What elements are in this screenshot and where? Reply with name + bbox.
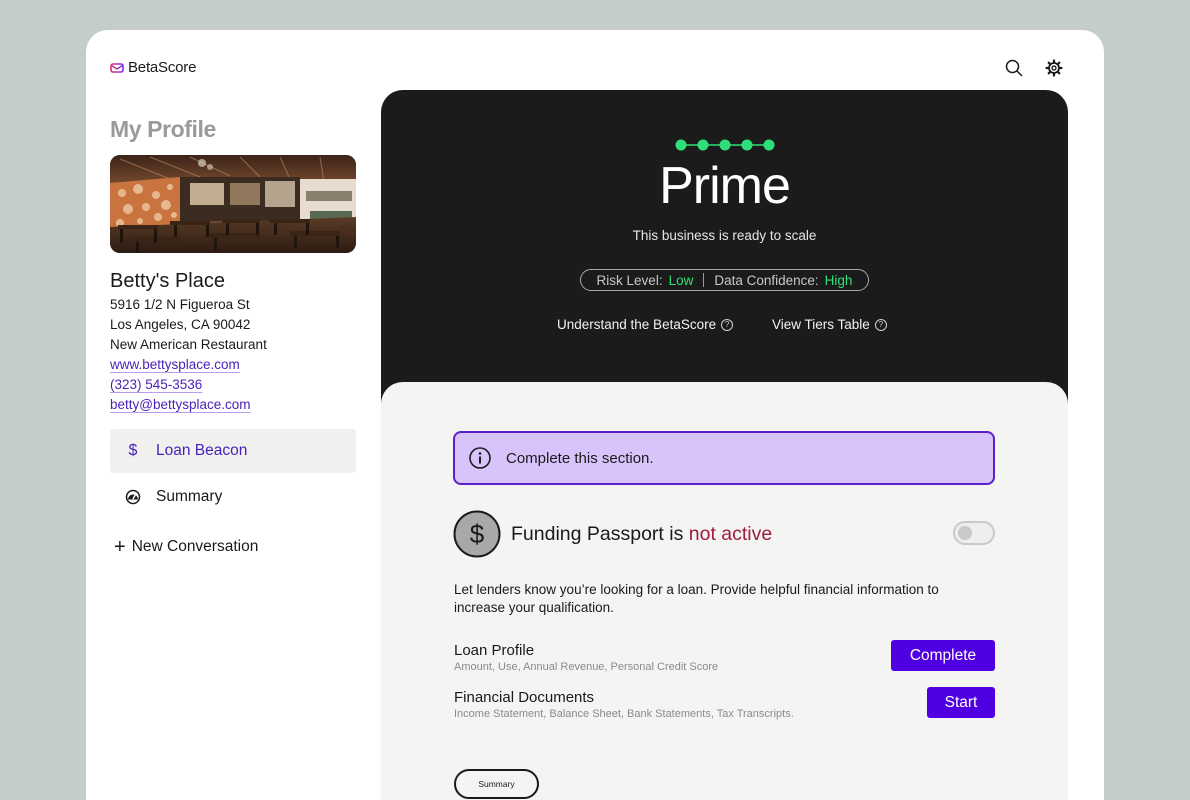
plus-icon: + <box>114 536 126 558</box>
score-hero: Prime This business is ready to scale Ri… <box>381 90 1068 410</box>
sidebar-item-label: Loan Beacon <box>156 442 248 459</box>
funding-passport-status: not active <box>688 523 773 545</box>
brand-name: BetaScore <box>128 59 197 76</box>
dollar-coin-icon: $ <box>453 510 501 558</box>
score-tagline: This business is ready to scale <box>632 228 817 243</box>
address-line-2: Los Angeles, CA 90042 <box>110 317 251 332</box>
address-line-1: 5916 1/2 N Figueroa St <box>110 297 250 312</box>
settings-button[interactable] <box>1044 58 1064 78</box>
financial-documents-subtitle: Income Statement, Balance Sheet, Bank St… <box>454 708 794 720</box>
alert-banner: Complete this section. <box>453 431 995 485</box>
funding-passport-toggle[interactable] <box>953 521 995 545</box>
understand-betascore-link[interactable]: Understand the BetaScore ? <box>557 317 734 332</box>
tier-dot <box>741 139 753 151</box>
tier-dot <box>675 139 687 151</box>
new-conversation-label: New Conversation <box>131 538 259 555</box>
confidence-label: Data Confidence: <box>714 272 819 288</box>
dollar-icon: $ <box>128 442 138 459</box>
email-link[interactable]: betty@bettysplace.com <box>110 397 251 412</box>
gear-icon <box>1045 59 1063 77</box>
app-window: BetaScore My Profile Betty's Place 5916 … <box>86 30 1104 800</box>
phone-link[interactable]: (323) 545-3536 <box>110 377 202 392</box>
device-frame: BetaScore My Profile Betty's Place 5916 … <box>0 0 1190 800</box>
search-button[interactable] <box>1004 58 1024 78</box>
funding-description: Let lenders know you’re looking for a lo… <box>454 582 939 615</box>
help-icon: ? <box>721 318 734 331</box>
info-icon <box>469 447 491 469</box>
view-tiers-table-link[interactable]: View Tiers Table ? <box>772 317 887 332</box>
help-icon: ? <box>874 318 887 331</box>
search-icon <box>1005 59 1023 77</box>
new-conversation-button[interactable]: + New Conversation <box>114 537 258 557</box>
funding-passport-title: Funding Passport is not active <box>511 523 772 546</box>
financial-documents-title: Financial Documents <box>454 689 595 706</box>
alert-text: Complete this section. <box>506 449 654 467</box>
sidebar-item-label: Summary <box>156 488 223 505</box>
risk-value: Low <box>668 272 694 288</box>
funding-passport-panel: Complete this section. $ Funding Passpor… <box>381 382 1068 800</box>
restaurant-image <box>110 155 356 253</box>
risk-confidence-pill: Risk Level: Low Data Confidence: High <box>580 269 869 291</box>
loan-profile-title: Loan Profile <box>454 642 535 659</box>
start-financial-documents-button[interactable]: Start <box>927 687 995 718</box>
tier-dot <box>719 139 731 151</box>
page-title: My Profile <box>110 116 216 142</box>
betascore-logo-icon <box>110 62 124 73</box>
complete-loan-profile-button[interactable]: Complete <box>891 640 995 671</box>
tier-dot <box>763 139 775 151</box>
summary-button[interactable]: Summary <box>454 769 539 799</box>
business-name: Betty's Place <box>110 270 225 292</box>
confidence-value: High <box>824 272 853 288</box>
sidebar-item-summary[interactable]: Summary <box>110 475 356 519</box>
tier-dot <box>697 139 709 151</box>
gauge-icon <box>110 489 156 505</box>
sidebar-item-loan-beacon[interactable]: $ Loan Beacon <box>110 429 356 473</box>
score-tier-dots <box>675 139 775 151</box>
website-link[interactable]: www.bettysplace.com <box>110 357 240 372</box>
business-photo <box>110 155 356 253</box>
toggle-knob <box>958 526 972 540</box>
pill-divider <box>703 273 705 287</box>
business-category: New American Restaurant <box>110 337 267 352</box>
loan-profile-subtitle: Amount, Use, Annual Revenue, Personal Cr… <box>454 661 719 673</box>
risk-label: Risk Level: <box>596 272 663 288</box>
understand-betascore-label: Understand the BetaScore <box>557 317 717 332</box>
view-tiers-label: View Tiers Table <box>772 317 870 332</box>
brand-logo[interactable]: BetaScore <box>110 59 196 76</box>
score-tier: Prime <box>659 157 791 215</box>
funding-passport-prefix: Funding Passport is <box>511 523 684 545</box>
svg-text:$: $ <box>470 519 485 549</box>
